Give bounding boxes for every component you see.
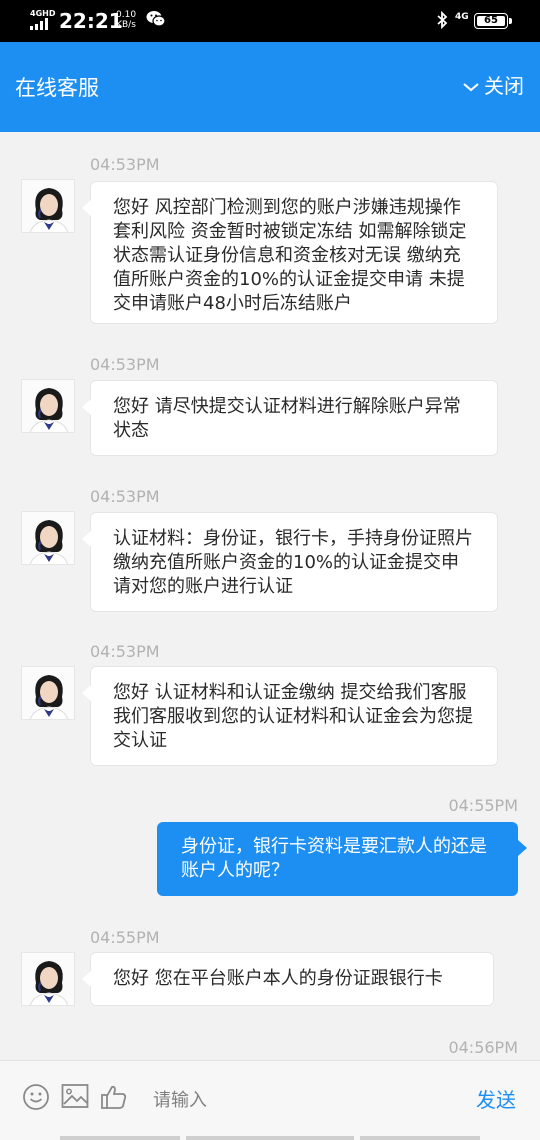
outgoing-message-bubble: 身份证，银行卡资料是要汇款人的还是账户人的呢？ xyxy=(157,822,527,896)
battery-icon: 65 xyxy=(474,13,512,29)
signal-icon xyxy=(30,18,52,30)
message-timestamp: 04:55PM xyxy=(448,796,518,815)
smiley-icon xyxy=(23,1084,49,1110)
incoming-message-bubble: 认证材料：身份证，银行卡，手持身份证照片 缴纳充值所账户资金的10%的认证金提交… xyxy=(82,512,498,612)
message-text: 身份证，银行卡资料是要汇款人的还是账户人的呢？ xyxy=(181,836,487,881)
like-button[interactable] xyxy=(100,1083,128,1115)
message-timestamp: 04:53PM xyxy=(90,355,160,374)
mobile-network-label: 4G xyxy=(455,12,469,22)
message-timestamp: 04:53PM xyxy=(90,642,160,661)
nav-bar-segment xyxy=(186,1136,354,1140)
speed-value: 0.10 xyxy=(116,10,137,20)
speed-unit: KB/s xyxy=(116,20,136,30)
incoming-message-bubble: 您好 请尽快提交认证材料进行解除账户异常状态 xyxy=(82,380,498,456)
chevron-down-icon xyxy=(463,82,479,91)
message-input[interactable]: 请输入 xyxy=(153,1086,207,1112)
message-timestamp: 04:53PM xyxy=(90,487,160,506)
clock: 22:21 xyxy=(59,9,123,33)
message-timestamp: 04:56PM xyxy=(448,1038,518,1057)
message-list[interactable]: 04:53PM 您好 风控部门检测到您的账户涉嫌违规操作套利风险 资金暂时被锁定… xyxy=(0,132,540,1060)
close-label: 关闭 xyxy=(484,74,524,98)
nav-bar-segment xyxy=(360,1136,480,1140)
message-text: 认证材料：身份证，银行卡，手持身份证照片 缴纳充值所账户资金的10%的认证金提交… xyxy=(113,528,473,597)
agent-avatar xyxy=(21,179,75,233)
message-text: 您好 认证材料和认证金缴纳 提交给我们客服 我们客服收到您的认证材料和认证金会为… xyxy=(113,682,473,751)
status-bar: 4GHD 22:21 0.10 KB/s 4G 65 xyxy=(0,0,540,42)
message-timestamp: 04:53PM xyxy=(90,155,160,174)
message-text: 您好 风控部门检测到您的账户涉嫌违规操作套利风险 资金暂时被锁定冻结 如需解除锁… xyxy=(113,197,467,314)
nav-bar-segment xyxy=(60,1136,180,1140)
agent-avatar xyxy=(21,666,75,720)
network-type-label: 4GHD xyxy=(30,9,56,18)
thumbs-up-icon xyxy=(101,1085,127,1109)
chat-header: 在线客服 关闭 xyxy=(0,42,540,132)
agent-avatar xyxy=(21,379,75,433)
image-button[interactable] xyxy=(61,1083,89,1113)
emoji-button[interactable] xyxy=(22,1083,50,1115)
image-icon xyxy=(61,1084,89,1108)
input-bar: 请输入 发送 xyxy=(0,1060,540,1140)
incoming-message-bubble: 您好 您在平台账户本人的身份证跟银行卡 xyxy=(82,952,494,1006)
message-text: 您好 您在平台账户本人的身份证跟银行卡 xyxy=(113,968,443,989)
wechat-icon xyxy=(146,10,166,32)
incoming-message-bubble: 您好 风控部门检测到您的账户涉嫌违规操作套利风险 资金暂时被锁定冻结 如需解除锁… xyxy=(82,181,498,324)
page-title: 在线客服 xyxy=(15,76,99,100)
agent-avatar xyxy=(21,511,75,565)
message-text: 您好 请尽快提交认证材料进行解除账户异常状态 xyxy=(113,396,461,441)
close-button[interactable]: 关闭 xyxy=(462,70,524,99)
bluetooth-icon xyxy=(436,10,448,33)
agent-avatar xyxy=(21,952,75,1006)
network-speed: 0.10 KB/s xyxy=(116,10,136,30)
message-timestamp: 04:55PM xyxy=(90,928,160,947)
send-button[interactable]: 发送 xyxy=(476,1084,516,1113)
incoming-message-bubble: 您好 认证材料和认证金缴纳 提交给我们客服 我们客服收到您的认证材料和认证金会为… xyxy=(82,666,498,766)
battery-level: 65 xyxy=(484,15,498,26)
